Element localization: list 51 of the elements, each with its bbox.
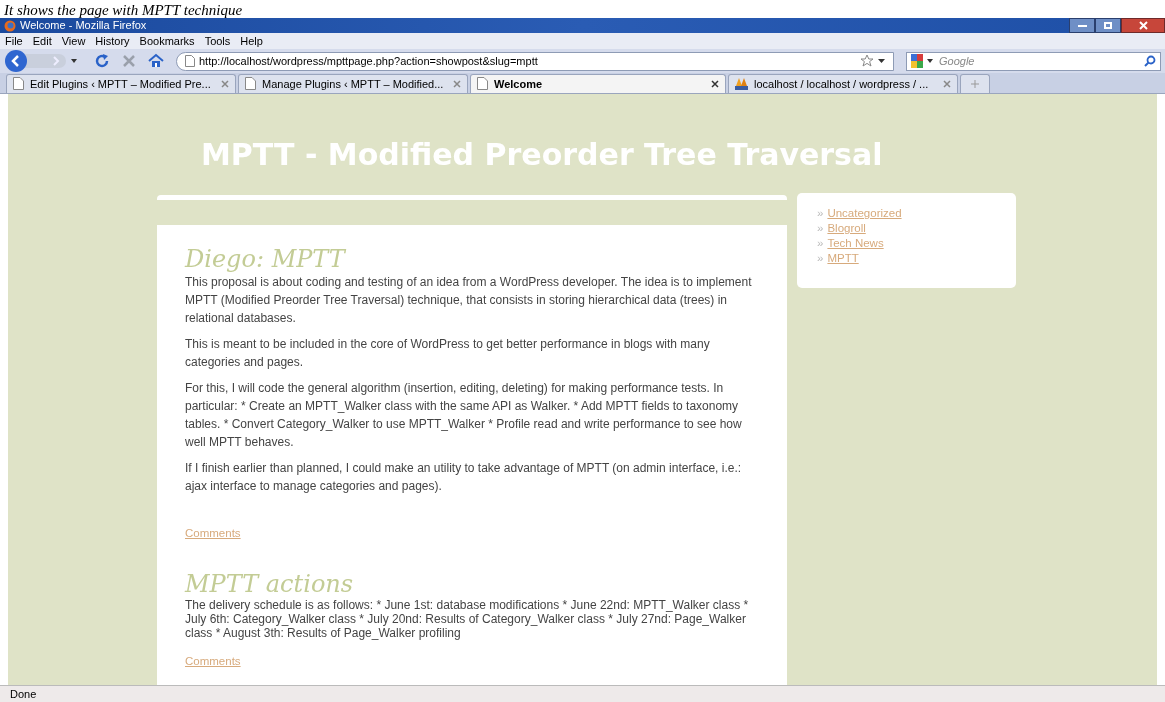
search-field[interactable]: Google [906,51,1161,71]
reload-icon[interactable] [94,53,110,70]
post-title: MPTT actions [185,570,355,598]
menu-item[interactable]: File [5,35,23,47]
tab-label: Welcome [494,76,544,92]
status-text: Done [10,686,37,702]
post-paragraph: For this, I will code the general algorithm (insertion, editing, deleting) for making performance tests. In particular: * Create an MPTT_Walker class with the same API as Walker. * Add MPTT fields to taxonomy tables. * Convert Category_Walker to use MPTT_Walker * Profile read and write performance to see how well MPTT behaves. [185,380,743,451]
menu-item[interactable]: View [61,35,86,47]
bullet-mark: » [817,251,824,266]
page-icon [13,77,24,91]
page-icon [185,55,195,68]
browser-tab[interactable]: Manage Plugins ‹ MPTT – Modified... [238,73,468,93]
plus-icon [971,79,979,88]
bullet-mark: » [817,221,824,236]
minimize-button[interactable] [1069,17,1095,34]
menu-item[interactable]: Bookmarks [139,35,195,47]
menu-item[interactable]: Help [240,35,263,47]
globe-icon [4,19,16,32]
caption: It shows the page with MPTT technique [4,2,243,18]
page-icon [477,77,488,91]
menu-item[interactable]: Tools [204,35,231,47]
site-title: MPTT - Modified Preorder Tree Traversal [200,135,884,174]
address-bar[interactable]: http://localhost/wordpress/mpttpage.php?action=showpost&slug=mptt [176,51,894,71]
page-icon [245,77,256,91]
bullet-mark: » [817,206,824,221]
post-paragraph: The delivery schedule is as follows: * June 1st: database modifications * June 22nd: MPTT_Walker class * July 6th: Category_Walker class * July 20nd: Results of Category_Walker class * July 27nd: Page_Walker class * August 3th: Results of Page_Walker profiling [185,598,750,640]
browser-tab[interactable]: Edit Plugins ‹ MPTT – Modified Pre... [6,73,236,93]
post-title: Diego: MPTT [185,245,347,273]
search-icon[interactable] [1144,55,1156,68]
browser-tab[interactable]: localhost / localhost / wordpress / ... [728,73,958,93]
close-tab-icon[interactable] [711,79,719,88]
menu-item[interactable]: History [95,35,130,47]
logo-icon [735,77,748,91]
bullet-mark: » [817,236,824,251]
star-icon[interactable] [860,54,874,69]
menu-item[interactable]: Edit [32,35,52,47]
maximize-button[interactable] [1095,17,1121,34]
close-button[interactable] [1121,17,1165,34]
tab-label: localhost / localhost / wordpress / ... [754,76,930,92]
dropdown-icon[interactable] [878,58,885,64]
post-paragraph: If I finish earlier than planned, I could make an utility to take advantage of MPTT (on admin interface, i.e.: ajax interface to manage categories and pages). [185,460,743,495]
tab-label: Edit Plugins ‹ MPTT – Modified Pre... [30,76,212,92]
browser-tab[interactable]: Welcome [470,73,726,93]
tab-label: Manage Plugins ‹ MPTT – Modified... [262,76,445,92]
search-input: Google [939,52,1140,70]
home-icon[interactable] [148,53,164,70]
search-engine-icon[interactable] [911,54,935,69]
close-icon [1138,21,1148,31]
post-paragraph: This is meant to be included in the core of WordPress to get better performance in blogs with many categories and pages. [185,336,711,371]
post-paragraph: This proposal is about coding and testing of an idea from a WordPress developer. The idea is to implement MPTT (Modified Preorder Tree Traversal) technique, that consists in storing hierarchical data (trees) in relational databases. [185,274,753,327]
window-title: Welcome - Mozilla Firefox [20,20,147,32]
